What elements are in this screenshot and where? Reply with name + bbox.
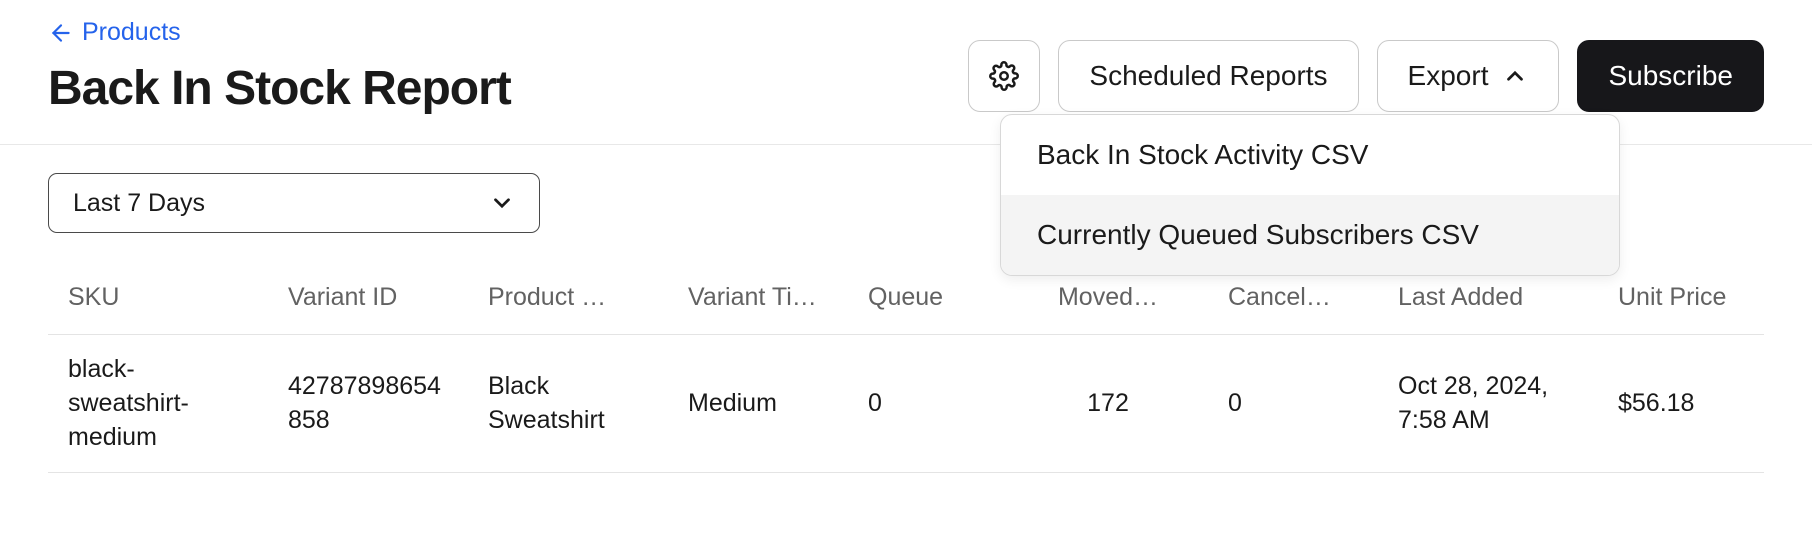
report-table: SKU Variant ID Product … Variant Ti… Que… (0, 261, 1812, 473)
td-variant-id: 42787898654858 (268, 370, 468, 438)
th-variant-title[interactable]: Variant Ti… (668, 283, 848, 312)
th-unit-price[interactable]: Unit Price (1598, 283, 1764, 312)
back-link-products[interactable]: Products (48, 18, 511, 47)
export-option-queued-subscribers-csv[interactable]: Currently Queued Subscribers CSV (1001, 195, 1619, 275)
export-dropdown: Back In Stock Activity CSV Currently Que… (1000, 114, 1620, 276)
subscribe-button[interactable]: Subscribe (1577, 40, 1764, 112)
th-sku[interactable]: SKU (48, 283, 268, 312)
th-cancel[interactable]: Cancel… (1208, 283, 1378, 312)
export-option-activity-csv[interactable]: Back In Stock Activity CSV (1001, 115, 1619, 195)
chevron-down-icon (489, 190, 515, 216)
table-row[interactable]: black-sweatshirt-medium 42787898654858 B… (48, 335, 1764, 473)
th-product[interactable]: Product … (468, 283, 668, 312)
page-title: Back In Stock Report (48, 61, 511, 116)
arrow-left-icon (48, 20, 74, 46)
subscribe-label: Subscribe (1608, 60, 1733, 92)
td-cancel: 0 (1208, 387, 1378, 421)
td-product: Black Sweatshirt (468, 370, 668, 438)
td-moved: 172 (1008, 387, 1208, 421)
gear-icon (989, 61, 1019, 91)
th-last-added[interactable]: Last Added (1378, 283, 1598, 312)
td-last-added: Oct 28, 2024, 7:58 AM (1378, 370, 1598, 438)
chevron-up-icon (1502, 63, 1528, 89)
td-variant-title: Medium (668, 387, 848, 421)
back-link-label: Products (82, 18, 181, 47)
th-moved[interactable]: Moved… (1008, 283, 1208, 312)
settings-button[interactable] (968, 40, 1040, 112)
scheduled-reports-label: Scheduled Reports (1089, 60, 1327, 92)
td-queue: 0 (848, 387, 1008, 421)
date-range-value: Last 7 Days (73, 189, 205, 218)
th-variant-id[interactable]: Variant ID (268, 283, 468, 312)
action-bar: Scheduled Reports Export Subscribe (968, 40, 1764, 112)
date-range-select[interactable]: Last 7 Days (48, 173, 540, 233)
td-sku: black-sweatshirt-medium (48, 353, 268, 454)
th-queue[interactable]: Queue (848, 283, 1008, 312)
export-button[interactable]: Export (1377, 40, 1560, 112)
td-unit-price: $56.18 (1598, 387, 1764, 421)
scheduled-reports-button[interactable]: Scheduled Reports (1058, 40, 1358, 112)
export-label: Export (1408, 60, 1489, 92)
